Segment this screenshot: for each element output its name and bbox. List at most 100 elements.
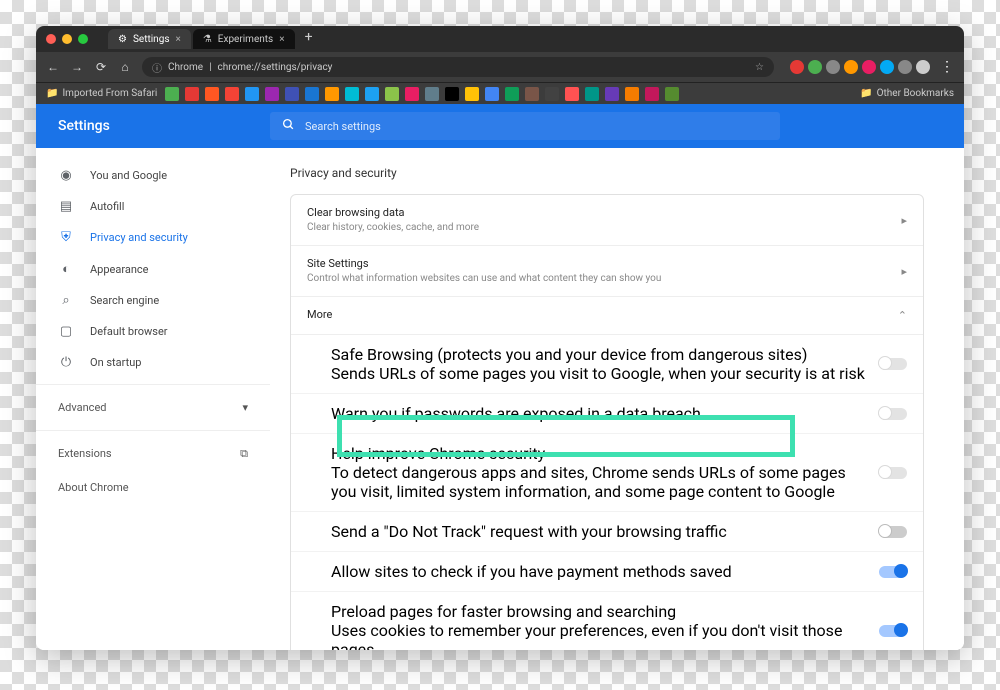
settings-subrow: Send a "Do Not Track" request with your … [291,512,923,552]
new-tab-button[interactable]: + [297,29,321,49]
extension-icon[interactable] [916,60,930,74]
bookmark-icon[interactable] [225,87,239,101]
settings-subrow: Safe Browsing (protects you and your dev… [291,335,923,394]
bookmark-icon[interactable] [305,87,319,101]
titlebar: ⚙ Settings × ⚗ Experiments × + [36,26,964,52]
bookmark-icon[interactable] [625,87,639,101]
secure-icon: ⓘ [152,60,162,75]
sidebar-item-browser[interactable]: ▢ Default browser [36,316,270,347]
traffic-light-zoom[interactable] [78,34,88,44]
toggle-switch[interactable] [879,408,907,420]
back-icon[interactable]: ← [46,60,60,74]
extension-icon[interactable] [790,60,804,74]
extension-icon[interactable] [898,60,912,74]
bookmark-icon[interactable] [525,87,539,101]
settings-row[interactable]: Site SettingsControl what information we… [291,246,923,297]
bookmark-folder-other[interactable]: 📁 Other Bookmarks [860,88,954,99]
bookmark-icon[interactable] [445,87,459,101]
bookmark-icon[interactable] [385,87,399,101]
bookmark-icon[interactable] [345,87,359,101]
sidebar-item-search[interactable]: ⌕Search engine [36,285,270,316]
bookmark-icon[interactable] [605,87,619,101]
url-path: chrome://settings/privacy [218,62,333,73]
search-icon [282,118,295,134]
toolbar: ← → ⟳ ⌂ ⓘ Chrome | chrome://settings/pri… [36,52,964,82]
sidebar-extensions[interactable]: Extensions⧉ [36,437,270,471]
home-icon[interactable]: ⌂ [118,60,132,74]
bookmark-icon[interactable] [585,87,599,101]
toggle-switch[interactable] [879,566,907,578]
gear-icon: ⚙ [118,34,127,45]
close-icon[interactable]: × [279,34,284,45]
tab-label: Settings [133,34,170,45]
sidebar-item-appearance[interactable]: ◐ Appearance [36,253,270,285]
toggle-switch[interactable] [879,358,907,370]
bookmark-icon[interactable] [185,87,199,101]
more-expander[interactable]: More⌃ [291,297,923,335]
sidebar-item-autofill[interactable]: ▤ Autofill [36,191,270,222]
bookmark-icon[interactable] [165,87,179,101]
bookmark-icon[interactable] [665,87,679,101]
bookmark-icon[interactable] [405,87,419,101]
traffic-light-minimize[interactable] [62,34,72,44]
settings-card: Clear browsing dataClear history, cookie… [290,194,924,650]
settings-row[interactable]: Clear browsing dataClear history, cookie… [291,195,923,246]
extension-icon[interactable] [880,60,894,74]
search-bar[interactable] [270,112,780,140]
sidebar-item-shield[interactable]: ⛨Privacy and security [36,222,270,253]
reload-icon[interactable]: ⟳ [94,60,108,74]
bookmark-icon[interactable] [325,87,339,101]
page-content: Settings ◉You and Google ▤ Autofill ⛨Privac… [36,104,964,650]
appearance-icon: ◐ [58,261,74,277]
sidebar-item-label: Search engine [90,294,159,307]
open-external-icon: ⧉ [240,447,248,461]
forward-icon[interactable]: → [70,60,84,74]
bookmark-icon[interactable] [245,87,259,101]
extension-icon[interactable] [826,60,840,74]
search-input[interactable] [305,120,768,133]
bookmark-icon[interactable] [645,87,659,101]
settings-subrow: Help improve Chrome securityTo detect da… [291,434,923,512]
close-icon[interactable]: × [175,34,180,45]
bookmark-icon[interactable] [565,87,579,101]
chevron-right-icon: ▸ [901,265,907,278]
tab-experiments[interactable]: ⚗ Experiments × [193,29,295,49]
extension-icon[interactable] [808,60,822,74]
sidebar-item-label: On startup [90,356,141,369]
sidebar-item-label: Autofill [90,200,124,213]
tab-settings[interactable]: ⚙ Settings × [108,29,191,49]
autofill-icon: ▤ [58,199,74,214]
bookmark-icon[interactable] [205,87,219,101]
address-bar[interactable]: ⓘ Chrome | chrome://settings/privacy ☆ [142,57,774,77]
settings-header: Settings [36,104,964,148]
shield-icon: ⛨ [58,230,74,245]
sidebar-item-label: Default browser [90,325,168,338]
bookmarks-bar: 📁 Imported From Safari 📁 Other Bookmarks [36,82,964,104]
sidebar-advanced[interactable]: Advanced▾ [36,391,270,424]
toggle-switch[interactable] [879,467,907,479]
bookmark-icon[interactable] [545,87,559,101]
browser-window: ⚙ Settings × ⚗ Experiments × + ← → ⟳ ⌂ ⓘ… [36,26,964,650]
sidebar-item-person[interactable]: ◉You and Google [36,160,270,191]
bookmark-star-icon[interactable]: ☆ [755,62,764,73]
sidebar: ◉You and Google ▤ Autofill ⛨Privacy and sec… [36,148,270,650]
sidebar-item-power[interactable]: ⏻On startup [36,347,270,378]
extension-icon[interactable] [844,60,858,74]
bookmark-icon[interactable] [505,87,519,101]
sidebar-about[interactable]: About Chrome [36,471,270,504]
traffic-light-close[interactable] [46,34,56,44]
bookmark-icon[interactable] [465,87,479,101]
bookmark-icon[interactable] [365,87,379,101]
bookmark-icon[interactable] [425,87,439,101]
browser-icon: ▢ [58,324,74,339]
toggle-switch[interactable] [879,526,907,538]
menu-icon[interactable]: ⋮ [940,59,954,75]
bookmark-icon[interactable] [265,87,279,101]
bookmark-folder[interactable]: 📁 Imported From Safari [46,88,157,99]
extension-icon[interactable] [862,60,876,74]
sidebar-item-label: Appearance [90,263,149,276]
bookmark-icon[interactable] [485,87,499,101]
extension-icons [790,60,930,74]
toggle-switch[interactable] [879,625,907,637]
bookmark-icon[interactable] [285,87,299,101]
